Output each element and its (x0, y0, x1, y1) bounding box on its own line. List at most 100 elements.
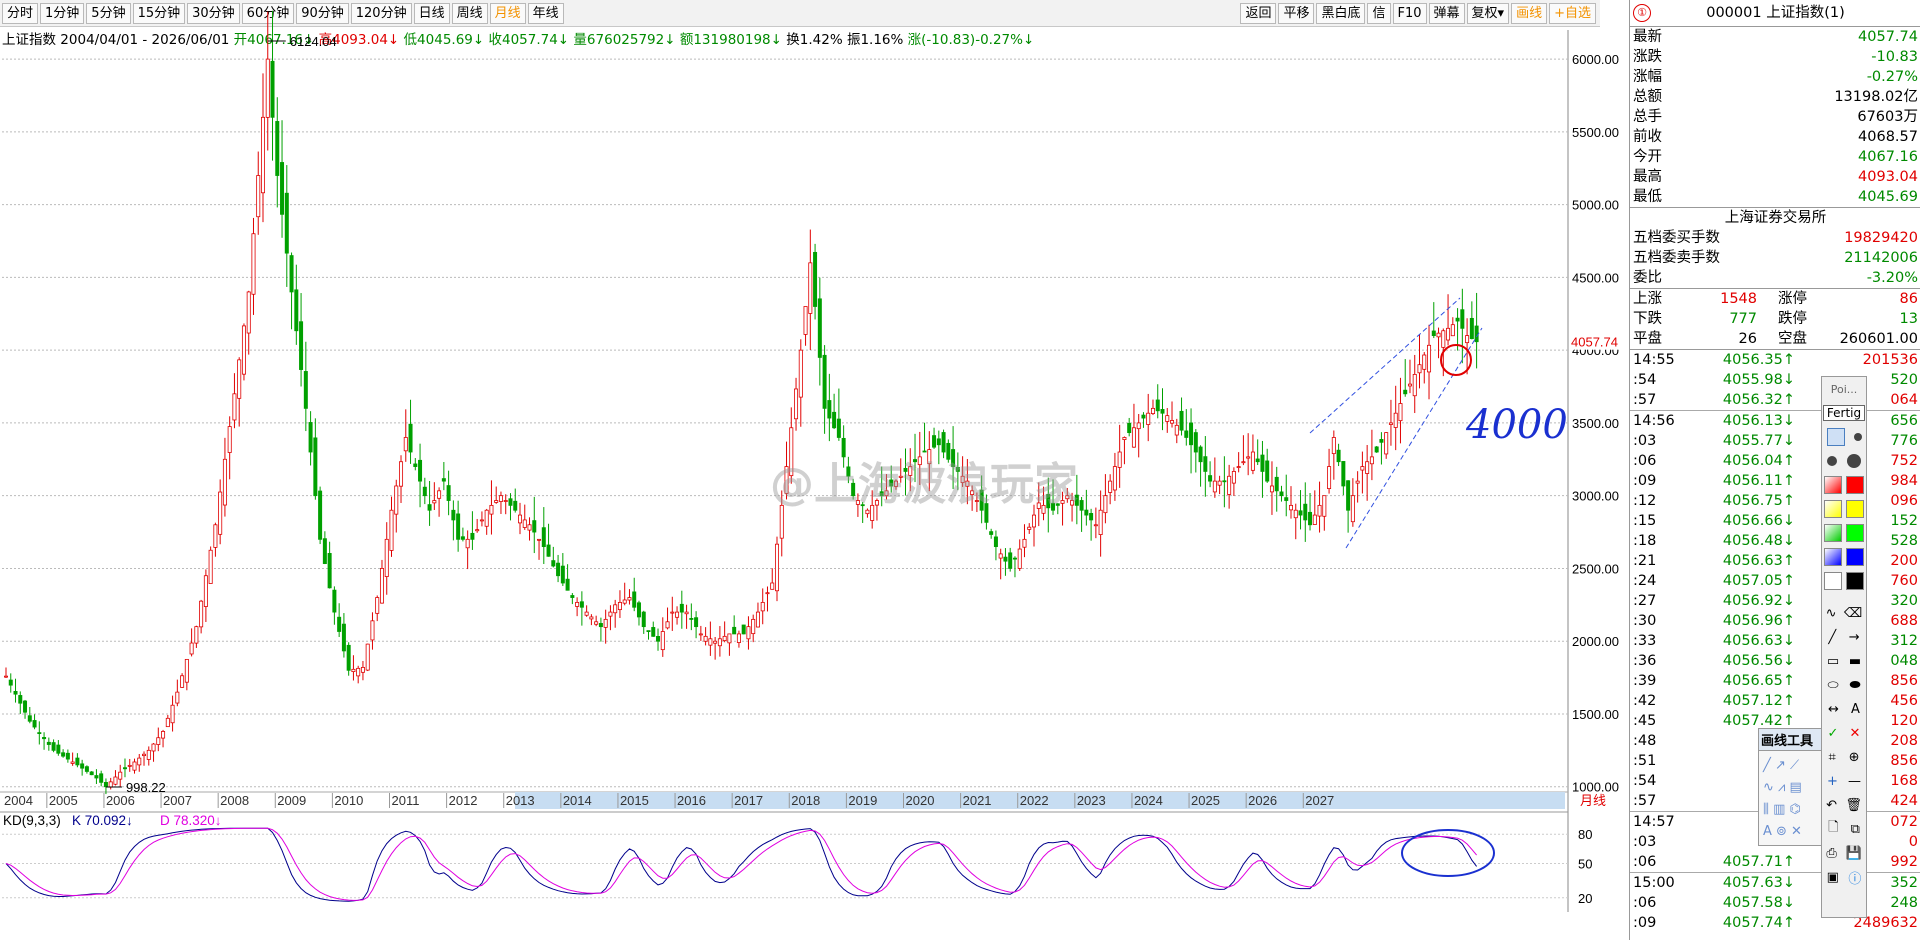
eraser-icon[interactable]: ⌫ (1844, 606, 1862, 621)
candle-body (1369, 456, 1374, 465)
print-icon[interactable]: ⎙ (1826, 846, 1836, 861)
price-tick-label: 4500.00 (1572, 270, 1619, 285)
small-dot-icon[interactable] (1826, 428, 1845, 446)
ellipse-icon[interactable]: ⬭ (1827, 678, 1838, 693)
blue-light-swatch[interactable] (1824, 548, 1842, 566)
copy-icon[interactable]: ⧉ (1851, 822, 1860, 837)
quote-key: 最新 (1633, 29, 1662, 45)
drawing-palette: Poi... Fertig ∿ ⌫ ╱ → ▭ ▬ ⬭ ⬬ ↔ A ✓ ✕ ⌗ ⊕ + — ↶ 🗑… (1821, 376, 1867, 918)
green-light-swatch[interactable] (1824, 524, 1842, 542)
filled-rectangle-icon[interactable]: ▬ (1849, 654, 1861, 669)
quote-value: 19829420 (1844, 230, 1918, 246)
candle-body (1260, 454, 1265, 472)
tick-row: :21 4056.63↑ 200 (1630, 551, 1920, 571)
breadth-label: 上涨 (1633, 291, 1662, 307)
check-icon[interactable]: ✓ (1828, 726, 1839, 741)
candle-body (99, 773, 104, 783)
screenshot-icon[interactable]: ▣ (1827, 870, 1839, 885)
quote-rows: 最新 4057.74 涨跌 -10.83 涨幅 -0.27% 总额 13198.02亿 总手 67… (1630, 27, 1920, 207)
red-light-swatch[interactable] (1824, 476, 1842, 494)
zoom-icon[interactable]: ⊕ (1849, 750, 1860, 765)
candle-body (437, 490, 442, 499)
medium-dot-icon[interactable] (1853, 433, 1862, 441)
candle-body (375, 597, 380, 614)
candle-body (1112, 466, 1117, 491)
arrow-icon[interactable]: → (1849, 630, 1860, 645)
candle-body (808, 262, 813, 314)
candle-body (584, 611, 589, 616)
candle-body (241, 325, 246, 375)
crop-icon[interactable]: ⌗ (1828, 750, 1835, 765)
minus-icon[interactable]: — (1848, 774, 1861, 789)
fertig-button[interactable]: Fertig (1822, 405, 1866, 421)
tick-price: 4056.66↓ (1722, 513, 1795, 529)
filled-ellipse-icon[interactable]: ⬬ (1849, 678, 1860, 693)
yellow-light-swatch[interactable] (1824, 500, 1842, 518)
red-swatch[interactable] (1846, 476, 1864, 494)
tick-row: :27 4056.92↓ 320 (1630, 591, 1920, 611)
freehand-icon[interactable]: ∿ (1826, 606, 1837, 621)
cross-icon[interactable]: ✕ (1850, 726, 1861, 741)
blue-swatch[interactable] (1846, 548, 1864, 566)
candle-body (1422, 354, 1427, 370)
tick-time: :42 (1633, 693, 1657, 709)
candle-body (265, 58, 270, 118)
candle-body (794, 388, 799, 420)
tick-time: 14:57 (1633, 814, 1675, 830)
candle-body (1170, 420, 1175, 424)
candle-body (322, 538, 327, 564)
candle-body (318, 490, 323, 540)
large-dot-icon[interactable] (1827, 456, 1837, 466)
line-icon[interactable]: ╱ (1828, 630, 1836, 645)
white-swatch[interactable] (1824, 572, 1842, 590)
candle-body (1460, 309, 1465, 329)
candle-body (641, 611, 646, 628)
double-arrow-icon[interactable]: ↔ (1828, 702, 1839, 717)
rectangle-icon[interactable]: ▭ (1827, 654, 1839, 669)
tick-time: :24 (1633, 573, 1657, 589)
info-icon[interactable]: ⓘ (1848, 868, 1861, 887)
candle-body (736, 633, 741, 643)
tick-time: :48 (1633, 733, 1657, 749)
tick-row: 14:56 4056.13↓ 656 (1630, 410, 1920, 431)
candle-body (1160, 409, 1165, 414)
candle-body (518, 514, 523, 524)
market-breadth: 上涨 1548 涨停 86 下跌 777 跌停 13 平盘 26 空盘 260601.00 (1630, 289, 1920, 349)
candle-body (679, 603, 684, 613)
new-page-icon[interactable]: 🗋 (1828, 818, 1838, 840)
candle-body (694, 617, 699, 628)
trash-icon[interactable]: 🗑 (1845, 798, 1862, 813)
candle-body (746, 626, 751, 640)
candle-body (498, 495, 503, 502)
candle-body (341, 623, 346, 652)
yellow-swatch[interactable] (1846, 500, 1864, 518)
green-swatch[interactable] (1846, 524, 1864, 542)
undo-icon[interactable]: ↶ (1826, 798, 1837, 813)
kd-level-label: 80 (1578, 827, 1592, 842)
candle-body (213, 524, 218, 548)
price-tick-label: 2000.00 (1572, 634, 1619, 649)
year-label: 2015 (620, 793, 649, 808)
candle-body (1022, 538, 1027, 548)
candle-body (1298, 510, 1303, 516)
candle-body (80, 763, 85, 769)
breadth-count: 1548 (1720, 291, 1757, 307)
candle-body (208, 549, 213, 584)
line-tool-icons[interactable]: ╱ ↗ ⟋ ∿ ⩘ ▤ ⫼ ▥ ⌬ A ⊚ ✕ (1759, 751, 1821, 847)
candle-body (836, 418, 841, 438)
save-icon[interactable]: 💾 (1845, 846, 1861, 861)
plus-icon[interactable]: + (1827, 774, 1838, 789)
black-swatch[interactable] (1846, 572, 1864, 590)
quote-value: 4045.69 (1858, 189, 1918, 205)
xlarge-dot-icon[interactable] (1847, 454, 1861, 468)
text-icon[interactable]: A (1851, 702, 1860, 717)
quote-row: 五档委卖手数 21142006 (1630, 248, 1920, 268)
candle-body (522, 519, 527, 528)
candle-body (1141, 414, 1146, 419)
candle-body (313, 437, 318, 497)
candle-body (294, 289, 299, 332)
candle-body (18, 695, 23, 704)
candle-body (1384, 432, 1389, 455)
year-label: 2004 (4, 793, 33, 808)
candle-body (717, 638, 722, 647)
